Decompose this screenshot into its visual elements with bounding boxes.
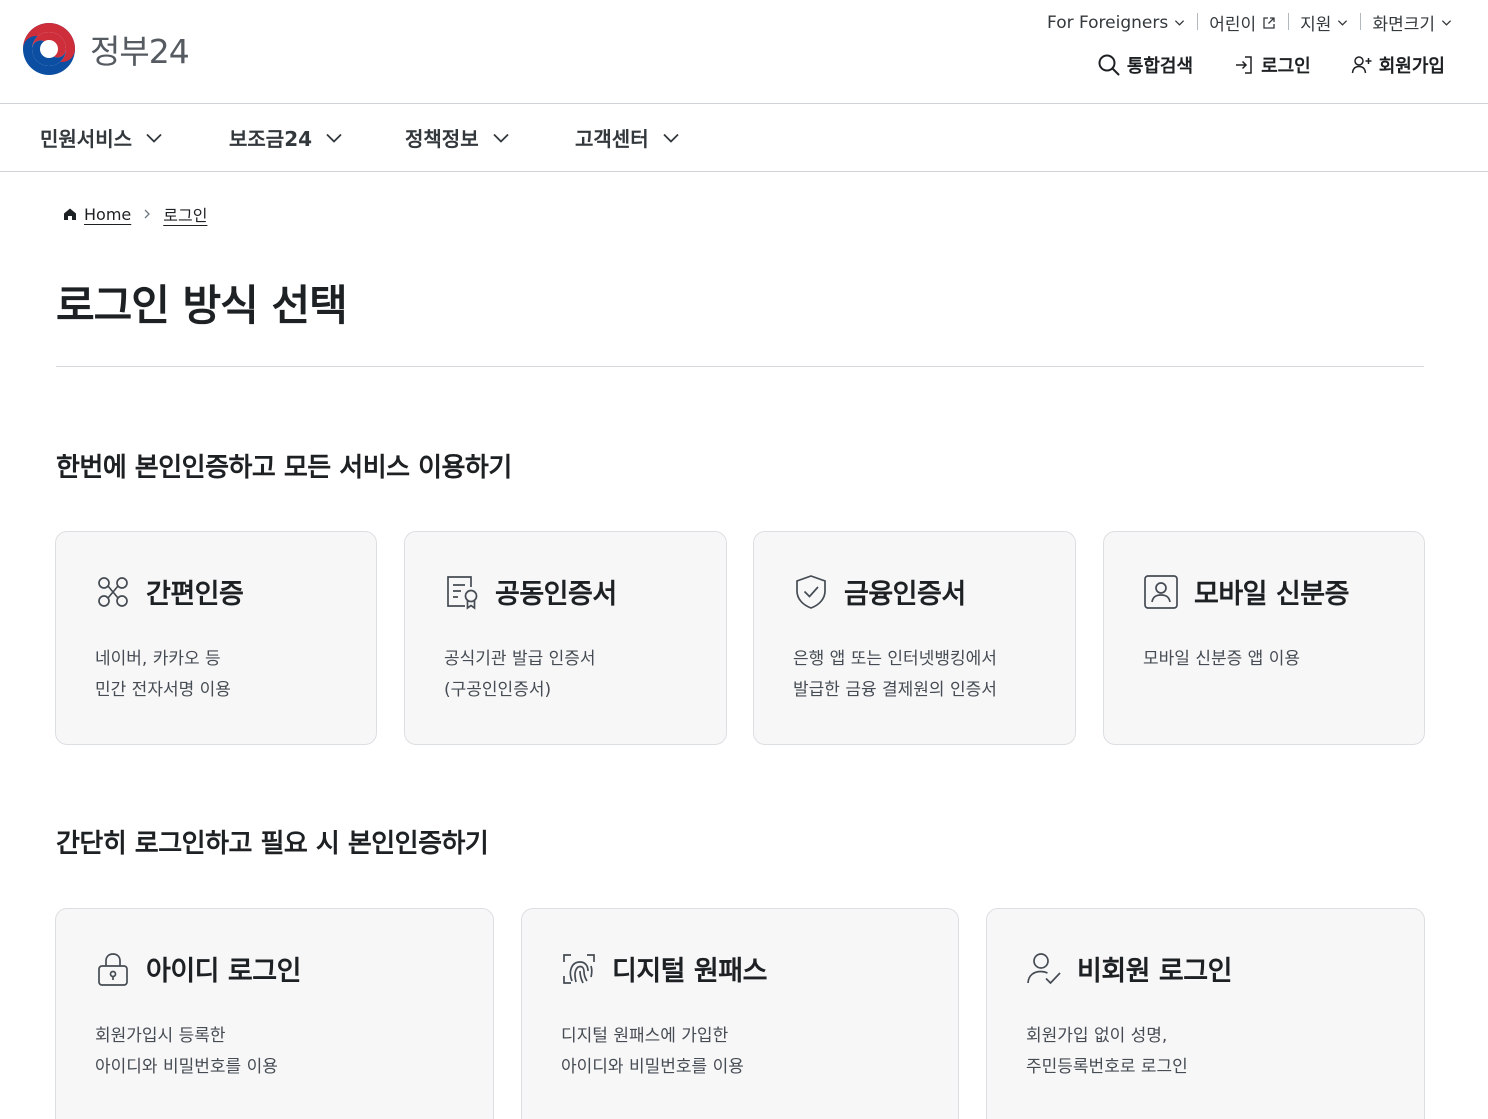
util-for-foreigners[interactable]: For Foreigners — [1035, 13, 1197, 33]
card-title: 모바일 신분증 — [1194, 579, 1349, 610]
main-nav: 민원서비스 보조금24 정책정보 고객센터 — [0, 104, 1488, 172]
nav-item-civil-service[interactable]: 민원서비스 — [40, 104, 162, 171]
user-check-icon — [1027, 952, 1061, 984]
chevron-down-icon — [146, 133, 162, 143]
card-desc-line: (구공인인증서) — [444, 680, 552, 700]
card-desc-line: 모바일 신분증 앱 이용 — [1143, 649, 1300, 669]
shield-check-icon — [796, 574, 826, 609]
logo-text: 정부24 — [90, 32, 190, 71]
external-link-icon — [1263, 16, 1275, 29]
home-icon — [64, 208, 76, 220]
util-label: 지원 — [1300, 15, 1332, 35]
search-label: 통합검색 — [1126, 56, 1194, 77]
site-logo[interactable]: 정부24 — [20, 20, 190, 78]
nav-item-customer-center[interactable]: 고객센터 — [575, 104, 679, 171]
search-icon — [1098, 54, 1120, 76]
breadcrumb-home-label: Home — [84, 204, 132, 224]
nav-item-label: 보조금24 — [229, 127, 313, 151]
util-screen-size[interactable]: 화면크기 — [1360, 10, 1452, 35]
site-header: 정부24 For Foreigners 어린이 지원 화면크기 통합검색 로그인 — [0, 0, 1488, 104]
card-desc-line: 은행 앱 또는 인터넷뱅킹에서 — [793, 649, 997, 669]
card-desc-line: 공식기관 발급 인증서 — [444, 649, 596, 669]
breadcrumb: Home 로그인 — [62, 202, 207, 226]
chevron-down-icon — [492, 133, 509, 143]
card-description: 회원가입 없이 성명, 주민등록번호로 로그인 — [1026, 1021, 1188, 1083]
util-label: 어린이 — [1209, 15, 1257, 35]
chevron-right-icon — [144, 209, 151, 219]
card-simple-auth[interactable]: 간편인증 네이버, 카카오 등 민간 전자서명 이용 — [55, 531, 377, 745]
chevron-down-icon — [326, 133, 342, 143]
card-head: 모바일 신분증 — [1142, 572, 1349, 611]
card-desc-line: 디지털 원패스에 가입한 — [561, 1026, 729, 1046]
card-desc-line: 아이디와 비밀번호를 이용 — [561, 1057, 744, 1077]
card-description: 공식기관 발급 인증서 (구공인인증서) — [444, 644, 596, 706]
card-description: 회원가입시 등록한 아이디와 비밀번호를 이용 — [95, 1021, 278, 1083]
login-button[interactable]: 로그인 — [1233, 52, 1311, 78]
card-title: 간편인증 — [146, 579, 244, 610]
card-head: 디지털 원패스 — [560, 949, 767, 988]
utility-nav: For Foreigners 어린이 지원 화면크기 — [1035, 10, 1452, 35]
card-description: 모바일 신분증 앱 이용 — [1143, 644, 1300, 675]
id-card-icon — [1144, 574, 1178, 609]
card-description: 디지털 원패스에 가입한 아이디와 비밀번호를 이용 — [561, 1021, 744, 1083]
card-head: 공동인증서 — [443, 572, 617, 611]
nav-item-label: 정책정보 — [405, 127, 479, 151]
breadcrumb-current[interactable]: 로그인 — [163, 202, 207, 226]
card-desc-line: 발급한 금융 결제원의 인증서 — [793, 680, 997, 700]
nav-item-policy[interactable]: 정책정보 — [405, 104, 509, 171]
divider — [56, 366, 1424, 367]
user-add-icon — [1351, 56, 1372, 74]
util-label: 화면크기 — [1372, 15, 1435, 35]
simple-auth-icon — [98, 576, 128, 607]
signup-button[interactable]: 회원가입 — [1351, 52, 1445, 78]
card-desc-line: 회원가입시 등록한 — [95, 1026, 226, 1046]
card-title: 비회원 로그인 — [1077, 956, 1232, 987]
card-title: 아이디 로그인 — [146, 956, 301, 987]
chevron-down-icon — [1338, 20, 1348, 26]
taegeuk-logo-icon — [23, 23, 75, 75]
breadcrumb-home[interactable]: Home — [62, 205, 131, 224]
card-title: 금융인증서 — [844, 579, 966, 610]
card-joint-certificate[interactable]: 공동인증서 공식기관 발급 인증서 (구공인인증서) — [404, 531, 727, 745]
card-guest-login[interactable]: 비회원 로그인 회원가입 없이 성명, 주민등록번호로 로그인 — [986, 908, 1425, 1119]
card-title: 디지털 원패스 — [612, 956, 767, 987]
card-desc-line: 민간 전자서명 이용 — [95, 680, 231, 700]
card-desc-line: 주민등록번호로 로그인 — [1026, 1057, 1188, 1077]
nav-item-label: 고객센터 — [575, 127, 649, 151]
card-id-login[interactable]: 아이디 로그인 회원가입시 등록한 아이디와 비밀번호를 이용 — [55, 908, 494, 1119]
card-head: 금융인증서 — [792, 572, 966, 611]
header-actions: 통합검색 로그인 회원가입 — [1097, 52, 1445, 78]
section-title-simple-login: 간단히 로그인하고 필요 시 본인인증하기 — [56, 829, 489, 859]
section-title-full-auth: 한번에 본인인증하고 모든 서비스 이용하기 — [56, 453, 512, 483]
signup-label: 회원가입 — [1378, 56, 1445, 77]
page-title: 로그인 방식 선택 — [56, 281, 348, 330]
chevron-down-icon — [662, 133, 679, 143]
card-description: 네이버, 카카오 등 민간 전자서명 이용 — [95, 644, 231, 706]
util-support[interactable]: 지원 — [1288, 10, 1360, 35]
search-button[interactable]: 통합검색 — [1097, 52, 1193, 78]
login-label: 로그인 — [1261, 56, 1311, 77]
login-icon — [1236, 56, 1252, 74]
card-mobile-id[interactable]: 모바일 신분증 모바일 신분증 앱 이용 — [1103, 531, 1425, 745]
chevron-down-icon — [1175, 20, 1185, 26]
card-financial-certificate[interactable]: 금융인증서 은행 앱 또는 인터넷뱅킹에서 발급한 금융 결제원의 인증서 — [753, 531, 1076, 745]
card-description: 은행 앱 또는 인터넷뱅킹에서 발급한 금융 결제원의 인증서 — [793, 644, 997, 706]
card-desc-line: 회원가입 없이 성명, — [1026, 1026, 1168, 1046]
fingerprint-icon — [563, 953, 595, 984]
card-digital-onepass[interactable]: 디지털 원패스 디지털 원패스에 가입한 아이디와 비밀번호를 이용 — [521, 908, 959, 1119]
util-label: For Foreigners — [1047, 12, 1169, 33]
certificate-icon — [447, 575, 478, 610]
nav-item-subsidy[interactable]: 보조금24 — [229, 104, 342, 171]
chevron-down-icon — [1441, 20, 1452, 26]
util-kids[interactable]: 어린이 — [1197, 10, 1288, 35]
card-head: 비회원 로그인 — [1025, 949, 1232, 988]
lock-icon — [98, 952, 128, 986]
nav-item-label: 민원서비스 — [40, 127, 132, 151]
card-head: 간편인증 — [94, 572, 244, 611]
card-head: 아이디 로그인 — [94, 949, 301, 988]
card-title: 공동인증서 — [495, 579, 617, 610]
card-desc-line: 네이버, 카카오 등 — [95, 649, 221, 669]
card-desc-line: 아이디와 비밀번호를 이용 — [95, 1057, 278, 1077]
